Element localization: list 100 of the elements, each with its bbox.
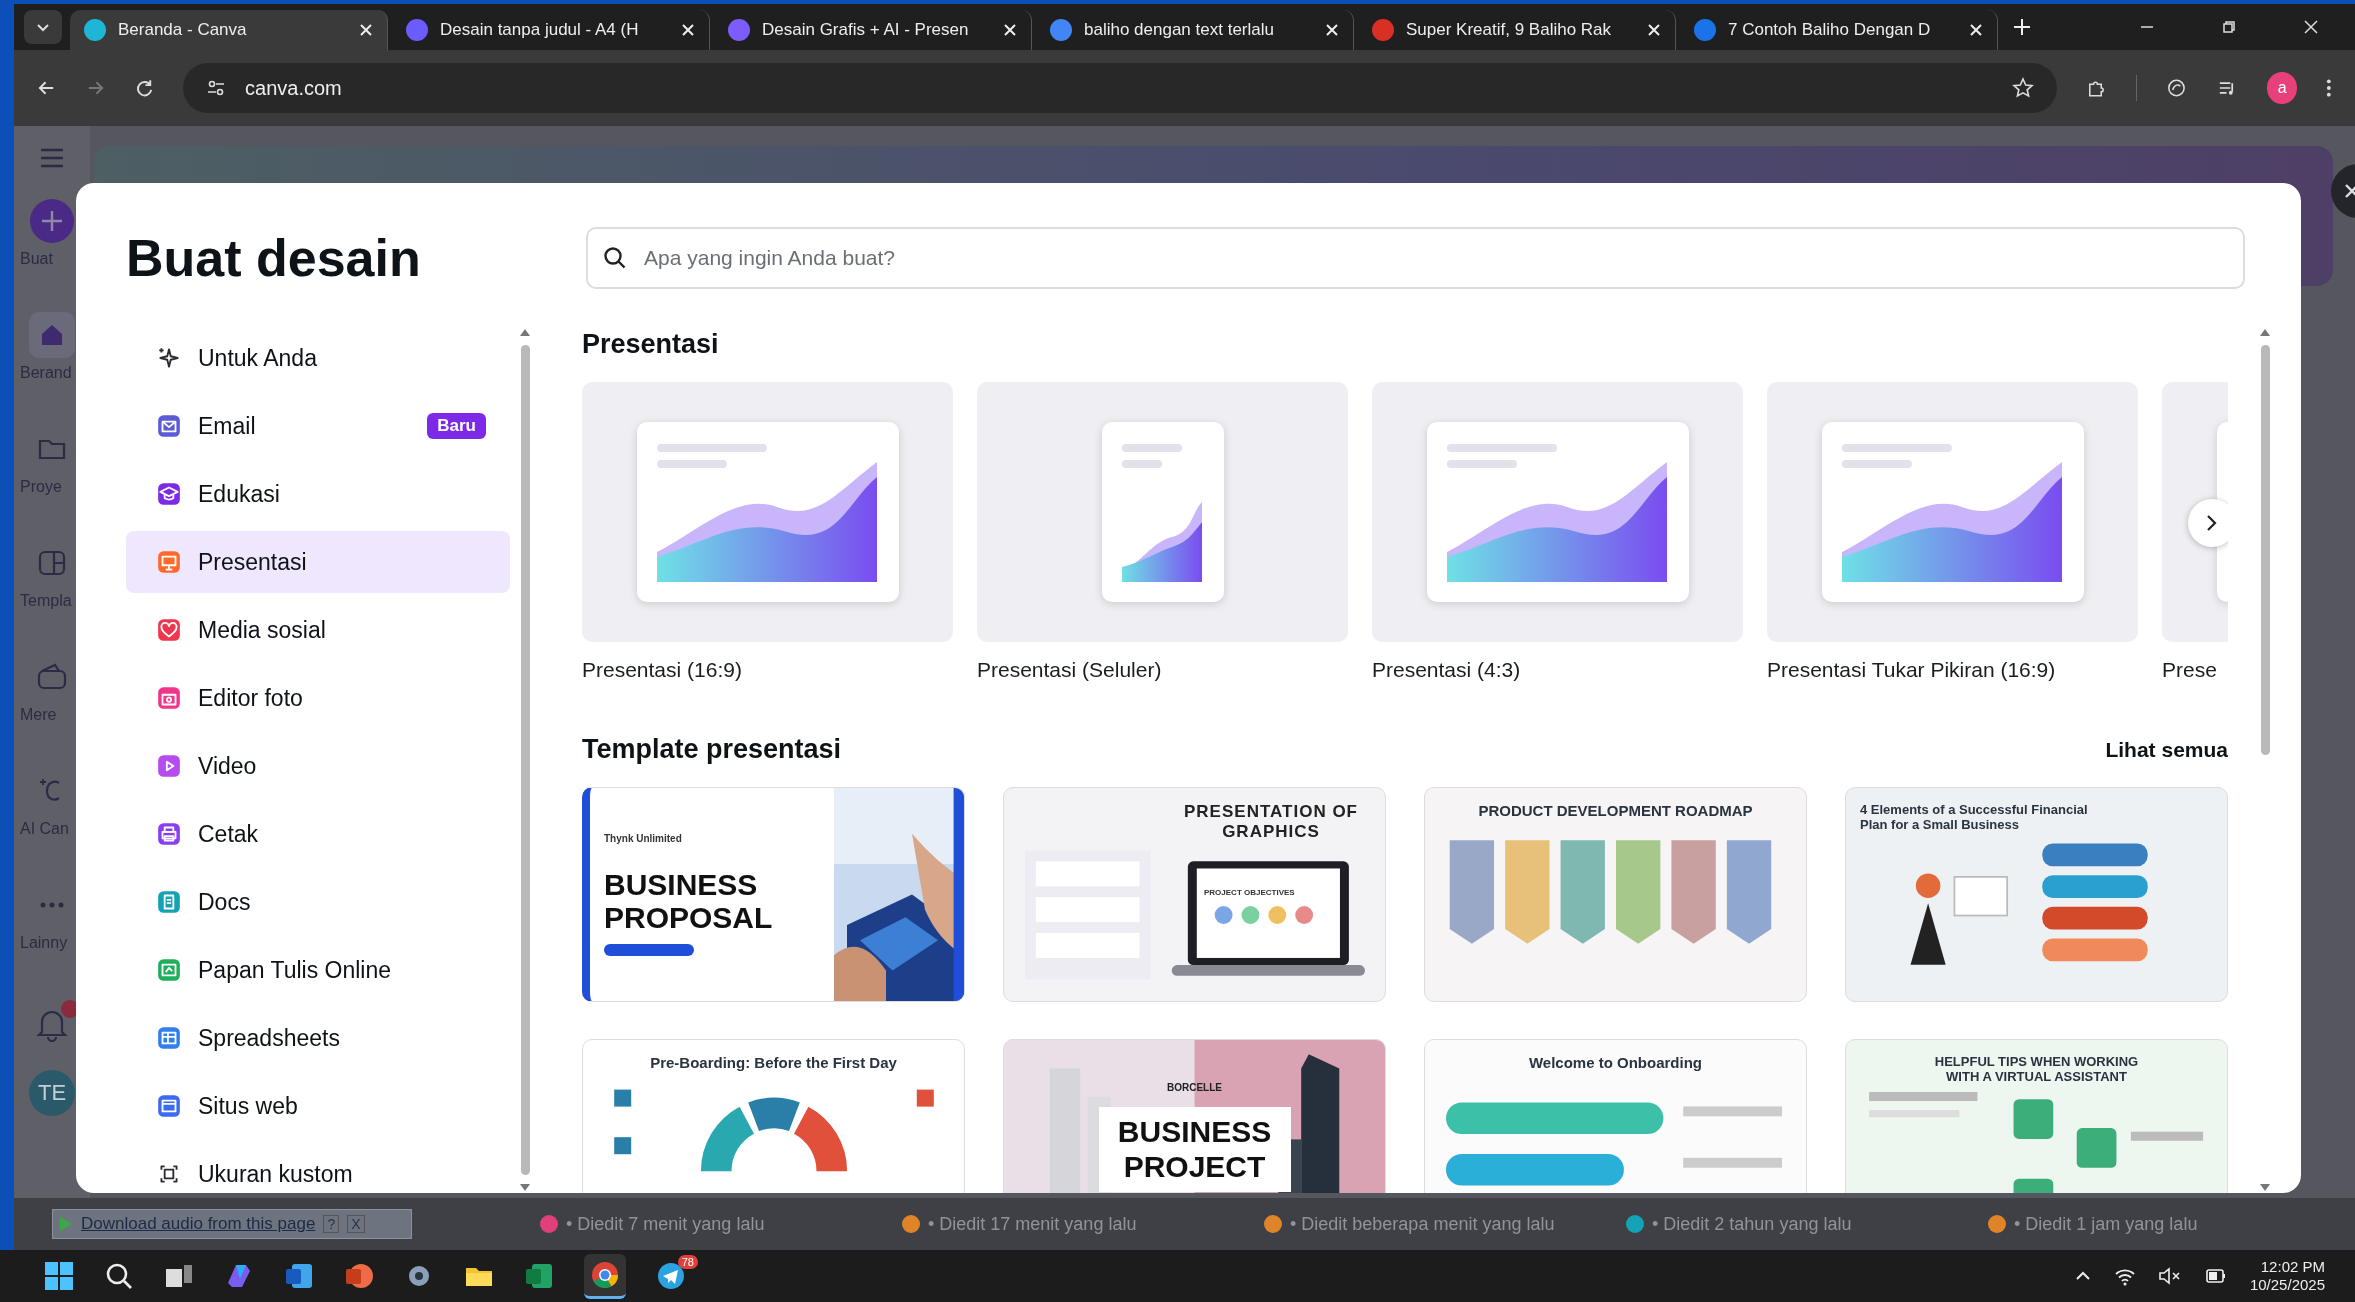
category-item[interactable]: Email Baru xyxy=(126,395,510,457)
template-title: Pre-Boarding: Before the First Day xyxy=(650,1054,897,1071)
category-item[interactable]: Presentasi xyxy=(126,531,510,593)
clock-date[interactable]: 10/25/2025 xyxy=(2249,1276,2325,1294)
tab-title: baliho dengan text terlalu xyxy=(1084,20,1275,40)
word-icon[interactable] xyxy=(284,1261,314,1291)
scrollbar[interactable] xyxy=(518,327,532,1193)
category-item[interactable]: Situs web xyxy=(126,1075,510,1137)
close-icon[interactable] xyxy=(1969,23,1983,37)
browser-tab[interactable]: Beranda - Canva xyxy=(70,10,388,50)
template-card[interactable]: HELPFUL TIPS WHEN WORKING WITH A VIRTUAL ASSISTANT xyxy=(1845,1039,2228,1193)
star-icon[interactable] xyxy=(2011,76,2036,100)
muted-speaker-icon[interactable] xyxy=(2157,1265,2182,1287)
chevron-right-icon xyxy=(2205,513,2219,533)
see-all-link[interactable]: Lihat semua xyxy=(2105,737,2228,762)
search-field[interactable]: Apa yang ingin Anda buat? xyxy=(586,227,2245,289)
template-card[interactable]: PRESENTATION OF GRAPHICS PROJECT OBJECTIVES xyxy=(1003,787,1386,1002)
brand-text: Thynk Unlimited xyxy=(604,833,683,844)
tab-title: Desain tanpa judul - A4 (H xyxy=(440,20,640,40)
template-title: BUSINESS PROPOSAL xyxy=(604,868,774,934)
dialog-title: Buat desain xyxy=(126,228,422,288)
restore-icon[interactable] xyxy=(2221,19,2237,35)
brand-text: BORCELLE xyxy=(1167,1082,1222,1093)
category-item[interactable]: Spreadsheets xyxy=(126,1007,510,1069)
template-title: Welcome to Onboarding xyxy=(1528,1054,1703,1071)
format-label: Prese xyxy=(2162,658,2218,682)
format-card[interactable]: Prese xyxy=(2162,382,2228,682)
search-icon xyxy=(602,245,628,271)
edit-time-text: • Diedit 2 tahun yang lalu xyxy=(1652,1213,1852,1235)
number-tile xyxy=(613,1137,631,1155)
category-item[interactable]: Edukasi xyxy=(126,463,510,525)
tab-title: Beranda - Canva xyxy=(118,20,248,40)
template-card[interactable]: PRODUCT DEVELOPMENT ROADMAP xyxy=(1424,787,1807,1002)
close-icon[interactable] xyxy=(1647,23,1661,37)
template-card[interactable]: 4 Elements of a Successful Financial Plan for a Small Business xyxy=(1845,787,2228,1002)
close-icon[interactable] xyxy=(681,23,695,37)
scroll-down-icon[interactable] xyxy=(519,1183,531,1193)
format-label: Presentasi Tukar Pikiran (16:9) xyxy=(1767,658,2057,682)
template-card[interactable]: Welcome to Onboarding xyxy=(1424,1039,1807,1193)
template-title: 4 Elements of a Successful Financial Plan for a Small Business xyxy=(1860,802,2089,832)
tab-title: 7 Contoh Baliho Dengan D xyxy=(1728,20,1932,40)
category-item[interactable]: Papan Tulis Online xyxy=(126,939,510,1001)
category-item[interactable]: Docs xyxy=(126,871,510,933)
category-item[interactable]: Cetak xyxy=(126,803,510,865)
profile-avatar[interactable]: a xyxy=(2266,72,2298,104)
category-item[interactable]: Media sosial xyxy=(126,599,510,661)
category-item[interactable]: Editor foto xyxy=(126,667,510,729)
number-tile xyxy=(916,1089,934,1107)
template-title: HELPFUL TIPS WHEN WORKING WITH A VIRTUAL ASSISTANT xyxy=(1933,1054,2140,1084)
edit-time-text: • Diedit 1 jam yang lalu xyxy=(2014,1213,2198,1235)
user-avatar[interactable]: TE xyxy=(29,1070,75,1116)
scrollbar-thumb[interactable] xyxy=(520,345,530,1175)
plus-icon[interactable] xyxy=(29,198,75,244)
format-label: Presentasi (Seluler) xyxy=(977,658,1163,682)
edit-time-text: • Diedit 7 menit yang lalu xyxy=(566,1213,765,1235)
template-card[interactable]: Pre-Boarding: Before the First Day xyxy=(582,1039,965,1193)
windows-start-icon[interactable] xyxy=(44,1261,74,1291)
template-card[interactable]: BORCELLE BUSINESS PROJECT xyxy=(1003,1039,1386,1193)
template-card[interactable]: Thynk Unlimited BUSINESS PROPOSAL xyxy=(582,787,965,1002)
tab-title: Super Kreatif, 9 Baliho Rak xyxy=(1406,20,1613,40)
category-item[interactable]: Video xyxy=(126,735,510,797)
edit-time-text: • Diedit 17 menit yang lalu xyxy=(928,1213,1137,1235)
format-card[interactable]: Presentasi (16:9) xyxy=(582,382,953,682)
close-icon[interactable] xyxy=(1325,23,1339,37)
clock-time[interactable]: 12:02 PM xyxy=(2260,1258,2325,1276)
template-title: PRODUCT DEVELOPMENT ROADMAP xyxy=(1478,802,1753,819)
scroll-down-icon[interactable] xyxy=(2259,1183,2271,1193)
template-title: PRESENTATION OF GRAPHICS xyxy=(1183,802,1359,842)
close-icon[interactable] xyxy=(359,23,373,37)
excel-icon[interactable] xyxy=(524,1261,554,1291)
format-label: Presentasi (16:9) xyxy=(582,658,743,682)
url-text: canva.com xyxy=(245,76,342,100)
search-icon[interactable] xyxy=(104,1261,134,1291)
slide-subtitle: PROJECT OBJECTIVES xyxy=(1204,888,1295,897)
template-title: BUSINESS PROJECT xyxy=(1098,1107,1291,1192)
tab-search-button[interactable] xyxy=(24,10,62,44)
format-card[interactable]: Presentasi (Seluler) xyxy=(977,382,1348,682)
scrollbar-thumb[interactable] xyxy=(2260,345,2270,755)
format-card[interactable]: Presentasi Tukar Pikiran (16:9) xyxy=(1767,382,2138,682)
section-heading: Presentasi xyxy=(582,329,720,360)
play-icon xyxy=(59,1216,73,1232)
chrome-icon xyxy=(590,1259,620,1290)
close-icon[interactable] xyxy=(2303,19,2319,35)
number-tile xyxy=(613,1089,631,1107)
category-item[interactable]: Ukuran kustom xyxy=(126,1143,510,1193)
section-heading: Template presentasi xyxy=(582,734,842,765)
edit-time-text: • Diedit beberapa menit yang lalu xyxy=(1290,1213,1555,1235)
new-tab-icon[interactable] xyxy=(2012,17,2032,37)
address-bar[interactable]: canva.com xyxy=(183,63,2058,113)
scroll-up-icon[interactable] xyxy=(2259,327,2271,337)
new-badge: Baru xyxy=(427,413,486,439)
close-icon[interactable] xyxy=(1003,23,1017,37)
format-label: Presentasi (4:3) xyxy=(1372,658,1522,682)
chrome-taskbar-button[interactable] xyxy=(584,1253,626,1299)
tab-title: Desain Grafis + AI - Presen xyxy=(762,20,970,40)
scroll-up-icon[interactable] xyxy=(519,327,531,337)
category-item[interactable]: Untuk Anda xyxy=(126,327,510,389)
powerpoint-icon[interactable] xyxy=(344,1261,374,1291)
format-card[interactable]: Presentasi (4:3) xyxy=(1372,382,1743,682)
notification-badge: 78 xyxy=(677,1255,698,1269)
